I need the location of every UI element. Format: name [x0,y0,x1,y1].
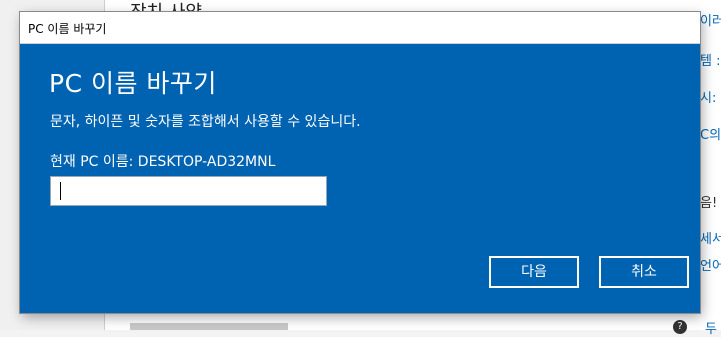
background-link[interactable]: 시: [700,87,721,106]
background-link[interactable]: 언어 [700,255,721,274]
current-pc-name-label: 현재 PC 이름: DESKTOP-AD32MNL [50,154,276,170]
background-link[interactable]: C의 [700,124,721,143]
next-button[interactable]: 다음 [489,256,579,288]
new-pc-name-input[interactable] [50,176,327,206]
dialog-window-title: PC 이름 바꾸기 [28,22,107,36]
background-link[interactable]: 두 [705,318,721,337]
background-scrollbar[interactable] [130,323,288,330]
help-icon[interactable]: ? [673,320,687,334]
background-link[interactable]: 템 : [700,50,721,69]
background-text: 음! [700,196,718,211]
background-link[interactable]: 이러 데 [700,10,721,29]
background-link[interactable]: 세서 [700,228,721,247]
dialog-heading: PC 이름 바꾸기 [49,69,217,98]
text-caret [60,182,61,200]
dialog-description: 문자, 하이픈 및 숫자를 조합해서 사용할 수 있습니다. [50,114,361,130]
dialog-titlebar[interactable]: PC 이름 바꾸기 [20,12,700,44]
cancel-button[interactable]: 취소 [599,256,689,288]
rename-pc-dialog: PC 이름 바꾸기 PC 이름 바꾸기 문자, 하이픈 및 숫자를 조합해서 사… [20,12,700,313]
